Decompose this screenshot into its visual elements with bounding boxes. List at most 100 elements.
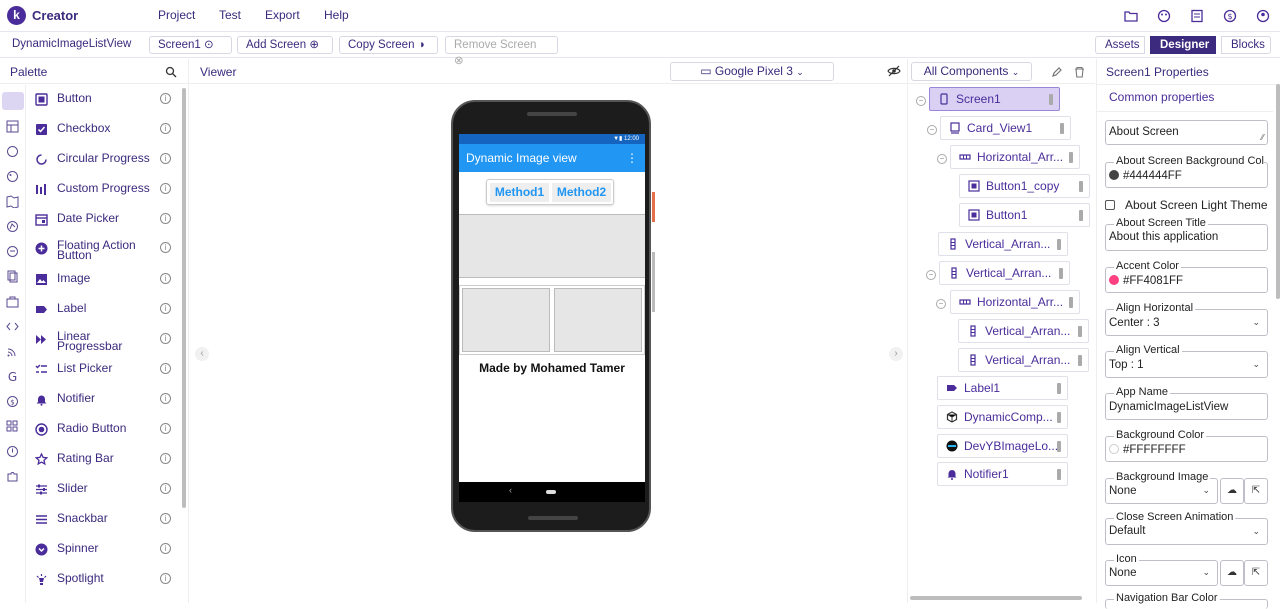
- info-icon[interactable]: i: [160, 153, 171, 164]
- search-icon[interactable]: [165, 66, 177, 78]
- properties-scrollbar[interactable]: [1276, 84, 1280, 299]
- drag-handle-icon[interactable]: [1069, 297, 1073, 308]
- drag-handle-icon[interactable]: [1057, 412, 1061, 423]
- category-media-icon[interactable]: [6, 145, 19, 158]
- drag-handle-icon[interactable]: [1069, 152, 1073, 163]
- palette-item-spinner[interactable]: Spinner i: [33, 538, 177, 562]
- collapse-toggle[interactable]: −: [926, 270, 936, 280]
- category-sensors-icon[interactable]: [6, 220, 19, 233]
- category-experimental-icon[interactable]: [6, 445, 19, 458]
- category-code-icon[interactable]: [6, 320, 19, 333]
- category-puzzle-icon[interactable]: [6, 470, 19, 483]
- category-rss-icon[interactable]: [6, 345, 19, 358]
- palette-item-floating-action-button[interactable]: Floating Action Button i: [33, 236, 177, 261]
- info-icon[interactable]: i: [160, 123, 171, 134]
- device-select[interactable]: ▭ Google Pixel 3 ⌄: [670, 62, 834, 81]
- info-icon[interactable]: i: [160, 453, 171, 464]
- upload-cloud-icon[interactable]: ☁: [1220, 478, 1244, 504]
- vertical-arrangement-1[interactable]: [459, 214, 645, 278]
- info-icon[interactable]: i: [160, 513, 171, 524]
- card-view[interactable]: Method1 Method2: [486, 179, 614, 205]
- tree-node-devyb-image-loader[interactable]: DevYBImageLo...: [937, 434, 1068, 458]
- method2-button[interactable]: Method2: [552, 183, 611, 202]
- menu-test[interactable]: Test: [219, 8, 241, 22]
- about-bg-color-field[interactable]: About Screen Background Colo #444444FF: [1105, 156, 1268, 188]
- components-horizontal-scrollbar[interactable]: [910, 596, 1082, 600]
- category-google-icon[interactable]: G: [6, 370, 19, 383]
- palette-item-notifier[interactable]: Notifier i: [33, 388, 177, 412]
- category-user-interface-icon[interactable]: [2, 92, 24, 110]
- tree-node-vertical-arrangement2[interactable]: Vertical_Arran...: [939, 261, 1070, 285]
- rename-pencil-icon[interactable]: [1051, 66, 1063, 78]
- delete-trash-icon[interactable]: [1074, 66, 1085, 78]
- drag-handle-icon[interactable]: [1057, 469, 1061, 480]
- palette-icon[interactable]: [1157, 9, 1171, 23]
- info-icon[interactable]: i: [160, 573, 171, 584]
- footer-label[interactable]: Made by Mohamed Tamer: [459, 361, 645, 375]
- about-title-field[interactable]: About Screen Title About this application: [1105, 218, 1268, 251]
- drag-handle-icon[interactable]: [1057, 441, 1061, 452]
- category-monetization-icon[interactable]: $: [6, 395, 19, 408]
- tree-node-button1[interactable]: Button1: [959, 203, 1090, 227]
- tree-node-card-view1[interactable]: Card_View1: [940, 116, 1071, 140]
- palette-item-custom-progress[interactable]: Custom Progress i: [33, 178, 177, 202]
- tab-designer[interactable]: Designer: [1150, 36, 1216, 54]
- palette-item-linear-progressbar[interactable]: Linear Progressbar i: [33, 326, 177, 352]
- category-layout-icon[interactable]: [6, 120, 19, 133]
- drag-handle-icon[interactable]: [1057, 239, 1061, 250]
- palette-item-snackbar[interactable]: Snackbar i: [33, 508, 177, 532]
- category-storage-icon[interactable]: [6, 270, 19, 283]
- about-screen-textarea[interactable]: About Screen ⁄⁄: [1105, 120, 1268, 145]
- tree-node-vertical-arrangement1[interactable]: Vertical_Arran...: [938, 232, 1068, 256]
- palette-item-list-picker[interactable]: List Picker i: [33, 358, 177, 382]
- menu-project[interactable]: Project: [158, 8, 195, 22]
- tree-node-horizontal-arrangement1[interactable]: Horizontal_Arr...: [950, 145, 1080, 169]
- palette-item-spotlight[interactable]: Spotlight i: [33, 568, 177, 592]
- screen-select[interactable]: Screen1 ⊙: [149, 36, 232, 54]
- category-social-icon[interactable]: [6, 245, 19, 258]
- open-external-icon[interactable]: ⇱: [1244, 560, 1268, 586]
- background-color-field[interactable]: Background Color #FFFFFFFF: [1105, 430, 1268, 462]
- method1-button[interactable]: Method1: [490, 183, 549, 202]
- open-external-icon[interactable]: ⇱: [1244, 478, 1268, 504]
- info-icon[interactable]: i: [160, 213, 171, 224]
- palette-item-slider[interactable]: Slider i: [33, 478, 177, 502]
- info-icon[interactable]: i: [160, 242, 171, 253]
- tree-node-label1[interactable]: Label1: [937, 376, 1068, 400]
- upload-cloud-icon[interactable]: ☁: [1220, 560, 1244, 586]
- info-icon[interactable]: i: [160, 93, 171, 104]
- palette-item-button[interactable]: Button i: [33, 88, 177, 112]
- info-icon[interactable]: i: [160, 393, 171, 404]
- remove-screen-button[interactable]: Remove Screen ⊗: [445, 36, 558, 67]
- horizontal-arrangement-2[interactable]: [459, 285, 645, 355]
- info-icon[interactable]: i: [160, 273, 171, 284]
- drag-handle-icon[interactable]: [1059, 268, 1063, 279]
- menu-export[interactable]: Export: [265, 8, 300, 22]
- app-name-field[interactable]: App Name DynamicImageListView: [1105, 387, 1268, 420]
- tab-assets[interactable]: Assets: [1095, 36, 1145, 54]
- palette-item-image[interactable]: Image i: [33, 268, 177, 292]
- tab-blocks[interactable]: Blocks: [1221, 36, 1271, 54]
- palette-item-radio-button[interactable]: Radio Button i: [33, 418, 177, 442]
- category-maps-icon[interactable]: [6, 195, 19, 208]
- info-icon[interactable]: i: [160, 483, 171, 494]
- app-logo[interactable]: k: [7, 6, 26, 25]
- tree-node-button1-copy[interactable]: Button1_copy: [959, 174, 1090, 198]
- tree-node-dynamic-components[interactable]: DynamicComp...: [937, 405, 1068, 429]
- drag-handle-icon[interactable]: [1079, 210, 1083, 221]
- folder-icon[interactable]: [1124, 9, 1138, 23]
- palette-item-date-picker[interactable]: Date Picker i: [33, 208, 177, 232]
- navigation-bar-color-field[interactable]: Navigation Bar Color: [1105, 593, 1268, 609]
- info-icon[interactable]: i: [160, 333, 171, 344]
- copy-screen-button[interactable]: Copy Screen ◑: [339, 36, 438, 54]
- tree-node-vertical-arrangement4[interactable]: Vertical_Arran...: [958, 348, 1089, 372]
- tree-node-horizontal-arrangement2[interactable]: Horizontal_Arr...: [950, 290, 1080, 314]
- info-icon[interactable]: i: [160, 363, 171, 374]
- info-icon[interactable]: i: [160, 183, 171, 194]
- background-image-select[interactable]: Background Image None ⌄: [1105, 472, 1218, 504]
- chevron-left-icon[interactable]: ‹: [195, 347, 209, 361]
- book-icon[interactable]: [1190, 9, 1204, 23]
- chevron-right-icon[interactable]: ›: [889, 347, 903, 361]
- vertical-arrangement-4[interactable]: [554, 288, 642, 352]
- menu-help[interactable]: Help: [324, 8, 349, 22]
